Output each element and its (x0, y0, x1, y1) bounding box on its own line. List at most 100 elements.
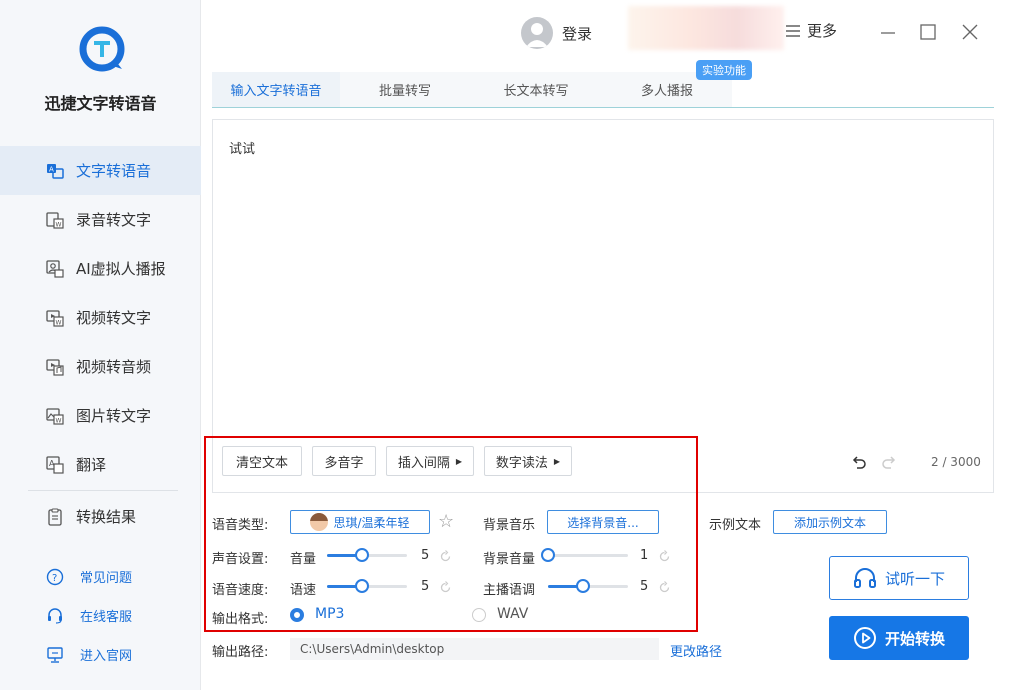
start-convert-button[interactable]: 开始转换 (829, 616, 969, 660)
online-support-link[interactable]: 在线客服 (0, 596, 201, 635)
tab-long-text[interactable]: 长文本转写 (470, 72, 602, 107)
text-editor[interactable]: 试试 清空文本 多音字 插入间隔 ▶ 数字读法 ▶ 2 / 3000 (212, 119, 994, 493)
online-support-label: 在线客服 (80, 610, 133, 625)
video-to-audio-icon (46, 358, 64, 376)
audio-to-word-icon: W (46, 211, 64, 229)
output-path-field[interactable]: C:\Users\Admin\desktop (290, 638, 659, 660)
editor-text[interactable]: 试试 (229, 138, 255, 157)
rate-value: 5 (421, 579, 430, 594)
clear-text-button[interactable]: 清空文本 (222, 446, 302, 476)
volume-slider[interactable] (327, 548, 407, 562)
translate-icon: A (46, 455, 64, 474)
rate-label: 语速 (290, 583, 317, 598)
sidebar-item-video-to-text[interactable]: W 视频转文字 (0, 293, 201, 342)
video-to-word-icon: W (46, 309, 64, 327)
maximize-icon[interactable] (918, 22, 938, 42)
tab-text-to-speech[interactable]: 输入文字转语音 (212, 72, 340, 107)
close-icon[interactable] (960, 22, 980, 42)
tab-bar: 输入文字转语音 批量转写 长文本转写 多人播报 (212, 72, 994, 108)
sidebar-item-label: 视频转文字 (76, 309, 152, 327)
slider-knob[interactable] (355, 548, 369, 562)
clipboard-icon (46, 507, 64, 526)
change-path-link[interactable]: 更改路径 (670, 641, 722, 660)
faq-label: 常见问题 (80, 571, 133, 586)
redo-icon[interactable] (881, 454, 897, 470)
text-translate-icon: A (46, 162, 64, 180)
output-format-label: 输出格式: (212, 612, 269, 627)
official-site-link[interactable]: 进入官网 (0, 635, 201, 674)
slider-knob[interactable] (576, 579, 590, 593)
official-site-label: 进入官网 (80, 649, 133, 664)
sidebar-item-audio-to-text[interactable]: W 录音转文字 (0, 195, 201, 244)
sidebar-item-label: AI虚拟人播报 (76, 260, 166, 278)
undo-icon[interactable] (851, 454, 867, 470)
slider-track (548, 554, 628, 557)
avatar (521, 17, 553, 49)
sidebar-item-text-to-speech[interactable]: A 文字转语音 (0, 146, 201, 195)
sidebar-item-results[interactable]: 转换结果 (0, 492, 201, 541)
add-sample-text-button[interactable]: 添加示例文本 (773, 510, 887, 534)
play-circle-icon (853, 627, 876, 649)
pitch-value: 5 (640, 579, 649, 594)
reset-icon[interactable] (439, 550, 452, 563)
bgm-label: 背景音乐 (483, 518, 536, 533)
more-label: 更多 (807, 22, 838, 40)
sidebar-nav: A 文字转语音 W 录音转文字 AI虚拟人播报 W 视频转文字 视频转音频 W … (0, 146, 201, 489)
question-icon: ? (46, 568, 64, 586)
listen-label: 试听一下 (884, 569, 945, 588)
bg-volume-label: 背景音量 (483, 552, 536, 567)
sidebar-item-label: 视频转音频 (76, 358, 152, 376)
tab-batch[interactable]: 批量转写 (340, 72, 470, 107)
pitch-label: 主播语调 (483, 583, 536, 598)
star-icon[interactable]: ☆ (438, 511, 454, 532)
login-label: 登录 (562, 24, 593, 43)
voice-avatar (310, 513, 329, 531)
virtual-person-icon (46, 259, 64, 278)
slider-knob[interactable] (541, 548, 555, 562)
sidebar-item-video-to-audio[interactable]: 视频转音频 (0, 342, 201, 391)
headset-icon (46, 607, 64, 625)
format-wav-label[interactable]: WAV (497, 606, 528, 622)
svg-text:?: ? (52, 573, 57, 584)
sidebar-divider (28, 490, 178, 491)
sidebar-item-label: 录音转文字 (76, 211, 152, 229)
rate-slider[interactable] (327, 579, 407, 593)
voice-type-label: 语音类型: (212, 518, 269, 533)
caret-right-icon: ▶ (455, 456, 463, 466)
sidebar-item-ai-virtual-anchor[interactable]: AI虚拟人播报 (0, 244, 201, 293)
format-mp3-radio[interactable] (290, 608, 304, 622)
number-reading-button[interactable]: 数字读法 ▶ (484, 446, 572, 476)
format-wav-radio[interactable] (472, 608, 486, 622)
headphones-icon (853, 568, 876, 588)
app-logo-icon (78, 25, 126, 73)
more-menu-button[interactable]: 更多 (785, 20, 837, 41)
pitch-slider[interactable] (548, 579, 628, 593)
insert-pause-button[interactable]: 插入间隔 ▶ (386, 446, 474, 476)
sidebar-result-section: 转换结果 (0, 492, 201, 541)
sound-settings-label: 声音设置: (212, 552, 269, 567)
experimental-badge: 实验功能 (696, 60, 752, 80)
sidebar-item-image-to-text[interactable]: W 图片转文字 (0, 391, 201, 440)
bg-volume-slider[interactable] (541, 548, 628, 562)
output-path-label: 输出路径: (212, 645, 269, 660)
format-mp3-label[interactable]: MP3 (315, 606, 344, 622)
faq-link[interactable]: ? 常见问题 (0, 557, 201, 596)
preview-listen-button[interactable]: 试听一下 (829, 556, 969, 600)
login-button[interactable]: 登录 (521, 17, 592, 49)
minimize-icon[interactable] (878, 22, 898, 42)
reset-icon[interactable] (439, 581, 452, 594)
reset-icon[interactable] (658, 581, 671, 594)
number-reading-label: 数字读法 (495, 455, 548, 471)
polyphone-button[interactable]: 多音字 (312, 446, 376, 476)
select-bgm-button[interactable]: 选择背景音... (547, 510, 659, 534)
sidebar-bottom-links: ? 常见问题 在线客服 进入官网 (0, 557, 201, 674)
svg-text:W: W (56, 319, 62, 326)
slider-knob[interactable] (355, 579, 369, 593)
reset-icon[interactable] (658, 550, 671, 563)
start-label: 开始转换 (884, 629, 945, 648)
sidebar-item-label: 翻译 (76, 456, 107, 474)
insert-pause-label: 插入间隔 (397, 455, 450, 471)
sidebar-item-translate[interactable]: A 翻译 (0, 440, 201, 489)
svg-text:W: W (56, 417, 62, 424)
voice-select-button[interactable]: 思琪/温柔年轻 (290, 510, 430, 534)
